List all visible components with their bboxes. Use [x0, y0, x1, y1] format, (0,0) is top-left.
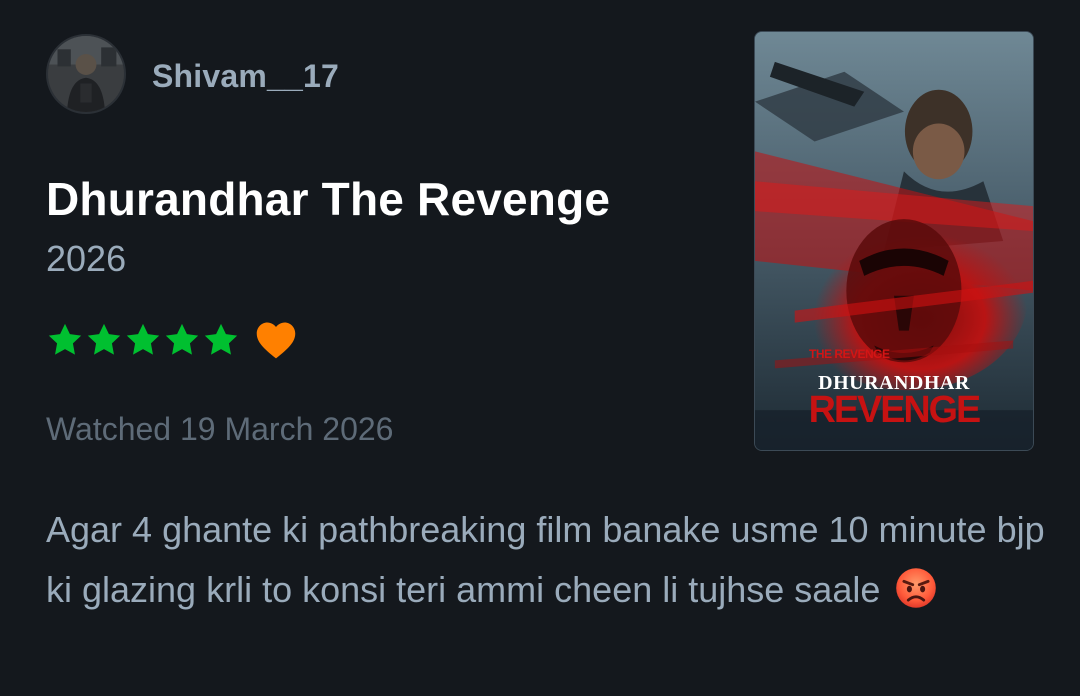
star-icon [46, 321, 85, 360]
avatar[interactable] [46, 34, 126, 114]
film-year[interactable]: 2026 [46, 238, 126, 280]
star-icon [85, 321, 124, 360]
username[interactable]: Shivam__17 [152, 58, 339, 95]
svg-text:REVENGE: REVENGE [809, 389, 980, 431]
star-icon [202, 321, 241, 360]
review-body: Agar 4 ghante ki pathbreaking film banak… [46, 500, 1046, 620]
poster-image: REVENGE [755, 32, 1033, 450]
star-icon [124, 321, 163, 360]
film-poster[interactable]: REVENGE THE REVENGE DHURANDHAR [754, 31, 1034, 451]
poster-tag: THE REVENGE [809, 347, 890, 361]
watched-date: Watched 19 March 2026 [46, 411, 394, 447]
film-title[interactable]: Dhurandhar The Revenge [46, 172, 610, 226]
avatar-image [48, 36, 124, 112]
star-icon [163, 321, 202, 360]
heart-icon [255, 320, 297, 360]
angry-face-icon [894, 566, 938, 610]
rating [46, 320, 297, 360]
